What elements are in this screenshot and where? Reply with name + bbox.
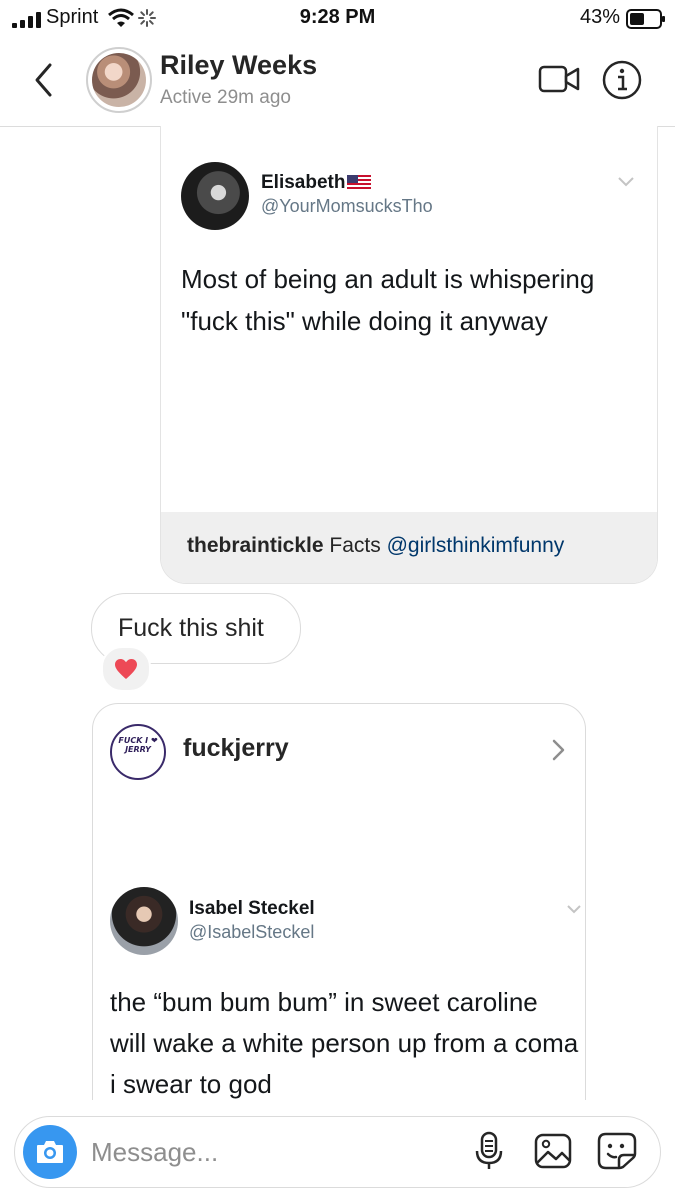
back-icon[interactable] (32, 62, 54, 98)
message-composer (14, 1116, 661, 1188)
tweet-author-handle: @YourMomsucksTho (261, 196, 433, 216)
heart-icon (115, 659, 137, 679)
shared-tweet-card[interactable]: Elisabeth @YourMomsucksTho Most of being… (160, 126, 658, 584)
reaction-badge[interactable] (101, 646, 151, 692)
tweet-text: the “bum bum bum” in sweet caroline will… (110, 987, 579, 1099)
tweet-author-name: Elisabeth (261, 172, 372, 194)
clock: 9:28 PM (299, 6, 376, 28)
tweet-author-name: Isabel Steckel (189, 898, 315, 919)
caption-line: thebraintickle Facts @girlsthinkimfunny (187, 534, 564, 558)
shared-post-card[interactable]: FUCK I ❤ JERRY fuckjerry Isabel Steckel … (92, 703, 586, 1124)
video-call-icon[interactable] (538, 64, 580, 94)
info-icon[interactable] (602, 60, 642, 100)
tweet-author-avatar (181, 162, 249, 230)
account-logo[interactable]: FUCK I ❤ JERRY (110, 724, 166, 780)
message-input[interactable] (91, 1135, 451, 1169)
tweet-author-handle: @IsabelSteckel (189, 922, 315, 942)
microphone-icon[interactable] (474, 1131, 504, 1171)
battery-icon (626, 9, 665, 29)
tweet-author-avatar (110, 887, 178, 955)
contact-name[interactable]: Riley Weeks (160, 50, 317, 81)
battery-percentage: 43% (580, 6, 621, 28)
caption-text: Facts (329, 534, 381, 557)
tweet-text: Most of being an adult is whispering "fu… (181, 264, 595, 336)
chat-header: Riley Weeks Active 29m ago (0, 36, 675, 127)
status-bar: Sprint 9:28 PM 43% (0, 0, 675, 36)
caption-username[interactable]: thebraintickle (187, 534, 324, 557)
caption-mention[interactable]: @girlsthinkimfunny (387, 534, 565, 557)
chevron-down-icon (618, 177, 634, 187)
avatar[interactable] (86, 47, 152, 113)
shared-post-caption: thebraintickle Facts @girlsthinkimfunny (161, 512, 657, 583)
camera-button[interactable] (23, 1125, 77, 1179)
chevron-down-icon (567, 905, 581, 914)
active-status: Active 29m ago (160, 87, 291, 108)
logo-text: FUCK I ❤ JERRY (118, 736, 158, 754)
gallery-icon[interactable] (534, 1133, 572, 1169)
camera-icon (37, 1141, 63, 1163)
us-flag-icon (347, 174, 372, 191)
chevron-right-icon[interactable] (551, 738, 567, 762)
avatar-image (92, 53, 146, 107)
message-text: Fuck this shit (118, 614, 264, 642)
sticker-icon[interactable] (597, 1132, 637, 1170)
account-name[interactable]: fuckjerry (183, 734, 289, 763)
